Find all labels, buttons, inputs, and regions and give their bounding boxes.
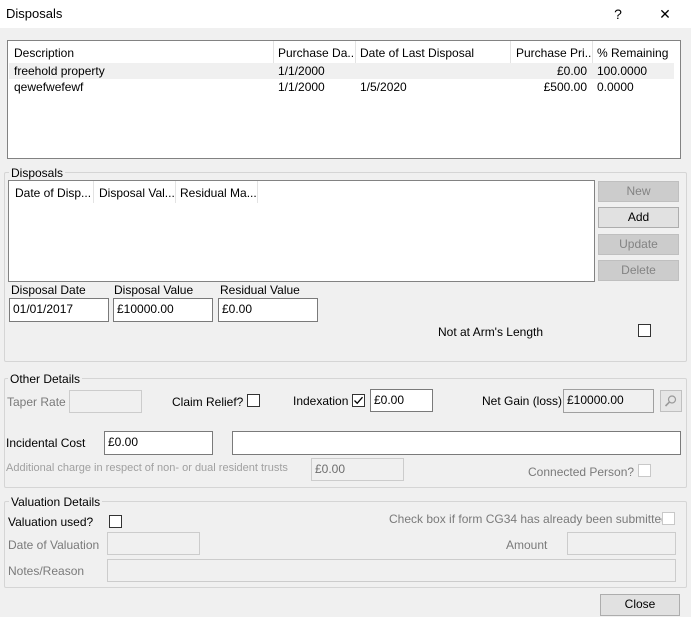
residual-value-field[interactable]: £0.00 <box>218 298 318 322</box>
disposal-date-label: Disposal Date <box>11 283 86 297</box>
valuation-date-field[interactable] <box>107 532 200 555</box>
column-separator[interactable] <box>93 181 94 203</box>
claim-relief-checkbox[interactable] <box>247 394 260 407</box>
column-header-description[interactable]: Description <box>14 46 269 60</box>
amount-field[interactable] <box>567 532 676 555</box>
claim-relief-label: Claim Relief? <box>172 395 244 409</box>
close-window-icon[interactable]: ✕ <box>642 0 688 28</box>
new-button[interactable]: New <box>598 181 679 202</box>
other-details-group-label: Other Details <box>8 372 83 386</box>
cell-description: qewefwefewf <box>14 80 84 94</box>
column-separator[interactable] <box>355 41 356 63</box>
arms-length-label: Not at Arm's Length <box>438 325 544 339</box>
connected-person-label: Connected Person? <box>528 465 635 479</box>
table-row[interactable]: freehold property 1/1/2000 £0.00 100.000… <box>9 63 674 79</box>
check-icon <box>354 396 363 405</box>
indexation-label: Indexation <box>293 394 349 408</box>
net-gain-label: Net Gain (loss) <box>482 394 563 408</box>
cell-purchase-date: 1/1/2000 <box>278 80 325 94</box>
window-title: Disposals <box>6 6 63 21</box>
cell-remaining: 0.0000 <box>597 80 634 94</box>
amount-label: Amount <box>506 538 548 552</box>
additional-charge-label: Additional charge in respect of non- or … <box>6 462 288 474</box>
close-button[interactable]: Close <box>600 594 680 616</box>
valuation-details-group-label: Valuation Details <box>9 495 103 509</box>
column-separator[interactable] <box>510 41 511 63</box>
column-separator[interactable] <box>257 181 258 203</box>
assets-table[interactable]: Description Purchase Da... Date of Last … <box>7 40 681 159</box>
column-header-last-disposal[interactable]: Date of Last Disposal <box>360 46 505 60</box>
assets-table-header: Description Purchase Da... Date of Last … <box>8 41 680 63</box>
indexation-checkbox[interactable] <box>352 394 365 407</box>
column-header-purchase-price[interactable]: Purchase Pri... <box>516 46 592 60</box>
valuation-date-label: Date of Valuation <box>8 538 100 552</box>
cell-purchase-date: 1/1/2000 <box>278 64 325 78</box>
disposal-date-field[interactable]: 01/01/2017 <box>9 298 109 322</box>
taper-rate-label: Taper Rate <box>7 395 66 409</box>
cg34-label: Check box if form CG34 has already been … <box>389 512 668 526</box>
notes-reason-field[interactable] <box>107 559 676 582</box>
cell-description: freehold property <box>14 64 105 78</box>
notes-reason-label: Notes/Reason <box>8 564 85 578</box>
cell-last-disposal: 1/5/2020 <box>360 80 407 94</box>
incidental-cost-field[interactable]: £0.00 <box>104 431 213 455</box>
disposals-group-label: Disposals <box>9 166 66 180</box>
help-button[interactable]: ? <box>595 0 641 28</box>
column-header-residual-value[interactable]: Residual Ma... <box>180 186 258 200</box>
table-row[interactable]: qewefwefewf 1/1/2000 1/5/2020 £500.00 0.… <box>9 79 674 95</box>
delete-button[interactable]: Delete <box>598 260 679 281</box>
column-header-disposal-value[interactable]: Disposal Val... <box>99 186 175 200</box>
column-separator[interactable] <box>175 181 176 203</box>
additional-charge-field[interactable]: £0.00 <box>311 458 404 481</box>
search-button[interactable] <box>660 390 682 412</box>
net-gain-field: £10000.00 <box>563 389 654 413</box>
cell-purchase-price: £0.00 <box>556 64 587 78</box>
disposal-value-field[interactable]: £10000.00 <box>113 298 213 322</box>
cell-purchase-price: £500.00 <box>543 80 587 94</box>
connected-person-checkbox[interactable] <box>638 464 651 477</box>
cell-remaining: 100.0000 <box>597 64 648 78</box>
add-button[interactable]: Add <box>598 207 679 228</box>
column-header-disposal-date[interactable]: Date of Disp... <box>15 186 93 200</box>
taper-rate-field[interactable] <box>69 390 142 413</box>
incidental-cost-label: Incidental Cost <box>6 436 86 450</box>
valuation-used-checkbox[interactable] <box>109 515 122 528</box>
disposal-value-label: Disposal Value <box>114 283 194 297</box>
arms-length-checkbox[interactable] <box>638 324 651 337</box>
column-header-remaining[interactable]: % Remaining <box>597 46 677 60</box>
column-separator[interactable] <box>273 41 274 63</box>
column-header-purchase-date[interactable]: Purchase Da... <box>278 46 354 60</box>
disposals-list[interactable]: Date of Disp... Disposal Val... Residual… <box>8 180 595 282</box>
indexation-field[interactable]: £0.00 <box>370 389 433 412</box>
residual-value-label: Residual Value <box>220 283 300 297</box>
search-icon <box>664 395 677 407</box>
cg34-checkbox[interactable] <box>662 512 675 525</box>
incidental-note-field[interactable] <box>232 431 681 455</box>
update-button[interactable]: Update <box>598 234 679 255</box>
valuation-used-label: Valuation used? <box>8 515 94 529</box>
column-separator[interactable] <box>592 41 593 63</box>
title-bar <box>0 0 691 28</box>
